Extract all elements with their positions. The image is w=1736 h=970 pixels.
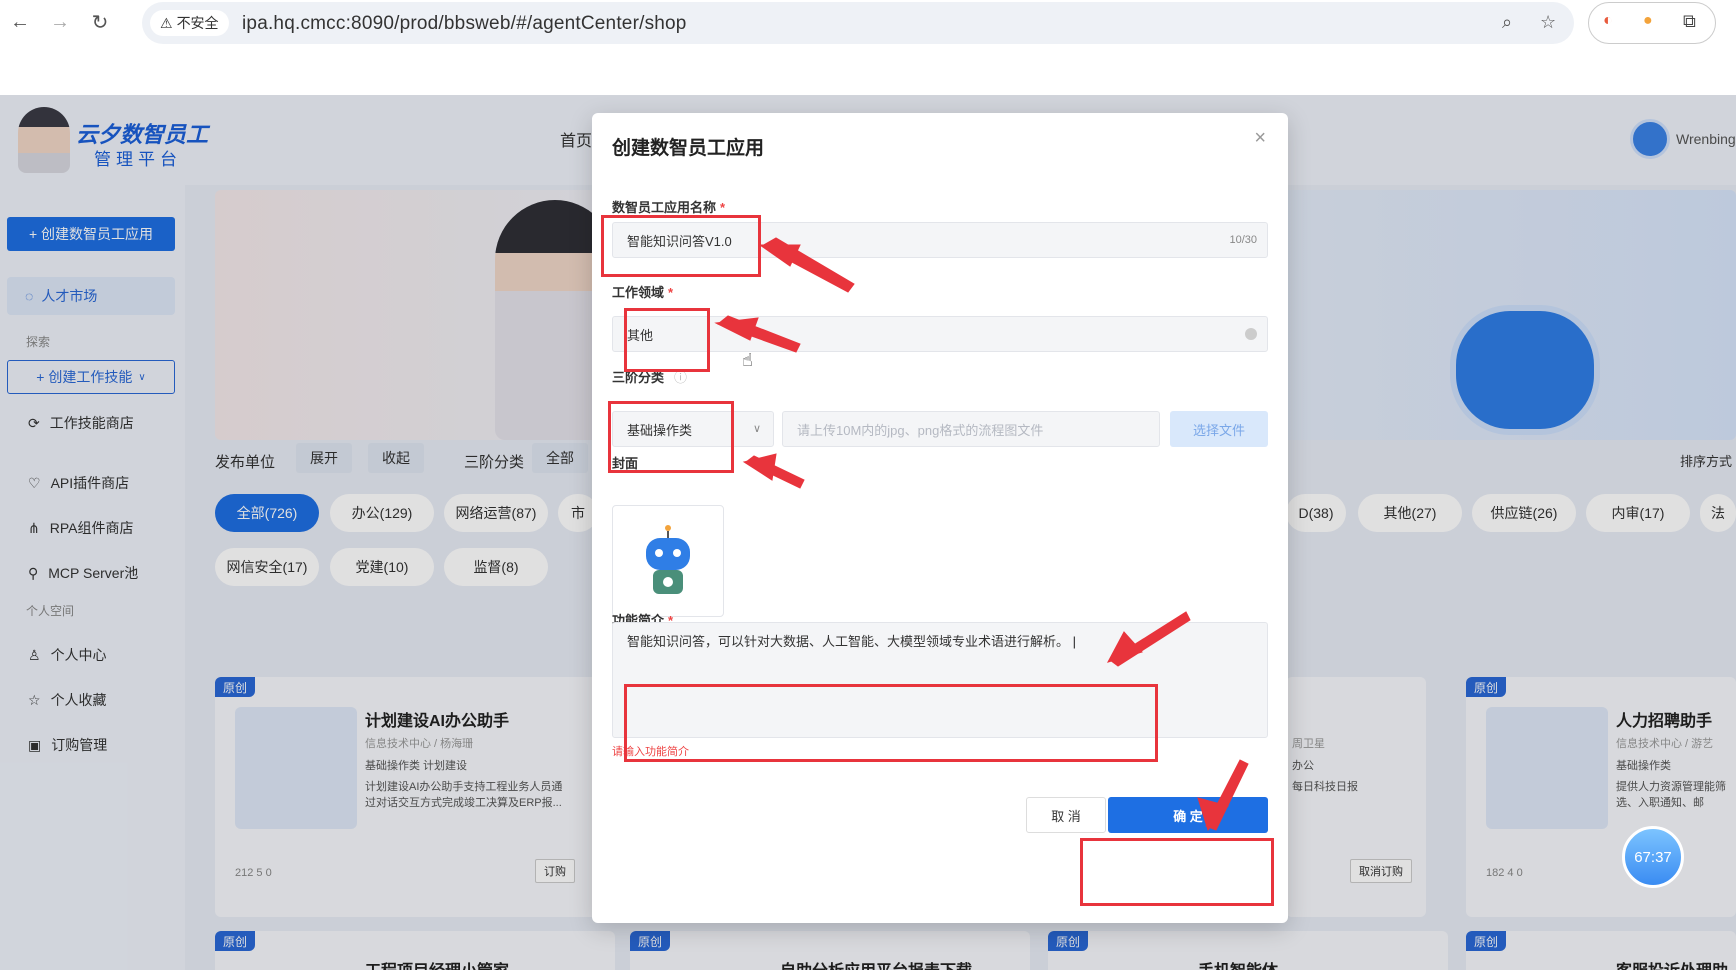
char-counter: 10/30 — [1229, 234, 1257, 246]
annotation-box — [608, 401, 734, 473]
puzzle-icon[interactable]: ⧉ — [1683, 11, 1696, 32]
domain-label: 工作领域 * — [612, 285, 674, 300]
confirm-button[interactable]: 确 定 — [1108, 797, 1268, 833]
annotation-box — [624, 684, 1158, 762]
security-chip[interactable]: ⚠ 不安全 — [150, 10, 229, 36]
help-icon: ⓘ — [674, 370, 688, 385]
flowchart-upload-input[interactable]: 请上传10M内的jpg、png格式的流程图文件 — [782, 411, 1160, 447]
mouse-cursor-icon: ☝ — [742, 350, 753, 370]
dialog-title: 创建数智员工应用 — [612, 138, 765, 159]
cancel-button[interactable]: 取 消 — [1026, 797, 1106, 833]
close-icon[interactable]: × — [1254, 127, 1266, 150]
domain-select[interactable]: 其他 — [612, 316, 1268, 352]
reload-icon[interactable]: ↻ — [84, 6, 116, 38]
warning-icon: ⚠ — [160, 14, 173, 31]
url-text[interactable]: ipa.hq.cmcc:8090/prod/bbsweb/#/agentCent… — [242, 13, 687, 35]
extensions-area: ◐ ● ⧉ — [1588, 2, 1716, 44]
cover-image-picker[interactable] — [612, 505, 724, 617]
chevron-down-icon: ∨ — [752, 423, 761, 435]
choose-file-button[interactable]: 选择文件 — [1170, 411, 1268, 447]
annotation-box — [624, 308, 710, 372]
extension-icon[interactable]: ◐ — [1603, 12, 1613, 30]
back-icon[interactable]: ← — [4, 6, 36, 38]
annotation-box — [1080, 838, 1274, 906]
extension-icon[interactable]: ● — [1643, 12, 1653, 30]
address-bar[interactable]: ⚠ 不安全 ipa.hq.cmcc:8090/prod/bbsweb/#/agen… — [142, 2, 1574, 44]
annotation-box — [601, 215, 761, 277]
clear-icon[interactable] — [1245, 328, 1257, 340]
name-label: 数智员工应用名称 * — [612, 200, 726, 215]
browser-toolbar: ← → ↻ ⚠ 不安全 ipa.hq.cmcc:8090/prod/bbsweb/… — [0, 0, 1736, 58]
robot-cover-icon — [646, 525, 690, 594]
timer-badge[interactable]: 67:37 — [1622, 826, 1684, 888]
forward-icon[interactable]: → — [44, 6, 76, 38]
bookmark-star-icon[interactable]: ☆ — [1540, 12, 1556, 33]
zoom-icon[interactable]: ⌕ — [1502, 12, 1512, 33]
